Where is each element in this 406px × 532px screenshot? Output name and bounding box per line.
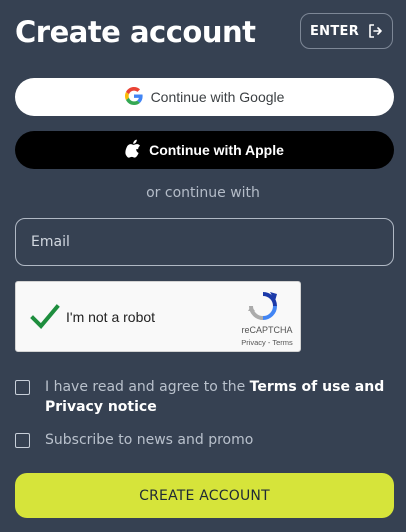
enter-button[interactable]: ENTER (300, 13, 393, 49)
terms-prefix: I have read and agree to the (45, 379, 250, 395)
apple-button-label: Continue with Apple (149, 142, 284, 158)
continue-with-google-button[interactable]: Continue with Google (15, 78, 394, 116)
email-field[interactable] (15, 218, 394, 266)
create-account-page: Create account ENTER Continue with Googl… (0, 0, 406, 532)
divider-text: or continue with (146, 185, 260, 201)
sign-in-icon (367, 23, 383, 39)
recaptcha-privacy-terms[interactable]: Privacy - Terms (221, 338, 313, 347)
apple-icon (125, 139, 141, 161)
newsletter-label: Subscribe to news and promo (45, 432, 254, 448)
newsletter-checkbox[interactable] (15, 433, 30, 448)
recaptcha-logo-icon (248, 291, 278, 325)
recaptcha-brand: reCAPTCHA (241, 325, 293, 335)
enter-button-label: ENTER (309, 23, 360, 39)
terms-checkbox[interactable] (15, 380, 30, 395)
recaptcha-widget: I'm not a robot reCAPTCHA Privacy - Term… (15, 281, 301, 352)
google-icon (124, 86, 143, 108)
captcha-label: I'm not a robot (66, 309, 156, 325)
continue-with-apple-button[interactable]: Continue with Apple (15, 131, 394, 169)
captcha-checkmark-icon[interactable] (30, 302, 60, 336)
terms-agreement-text: I have read and agree to the Terms of us… (45, 377, 390, 417)
create-account-button[interactable]: CREATE ACCOUNT (15, 473, 394, 518)
google-button-label: Continue with Google (150, 89, 285, 105)
page-title: Create account (15, 15, 256, 49)
